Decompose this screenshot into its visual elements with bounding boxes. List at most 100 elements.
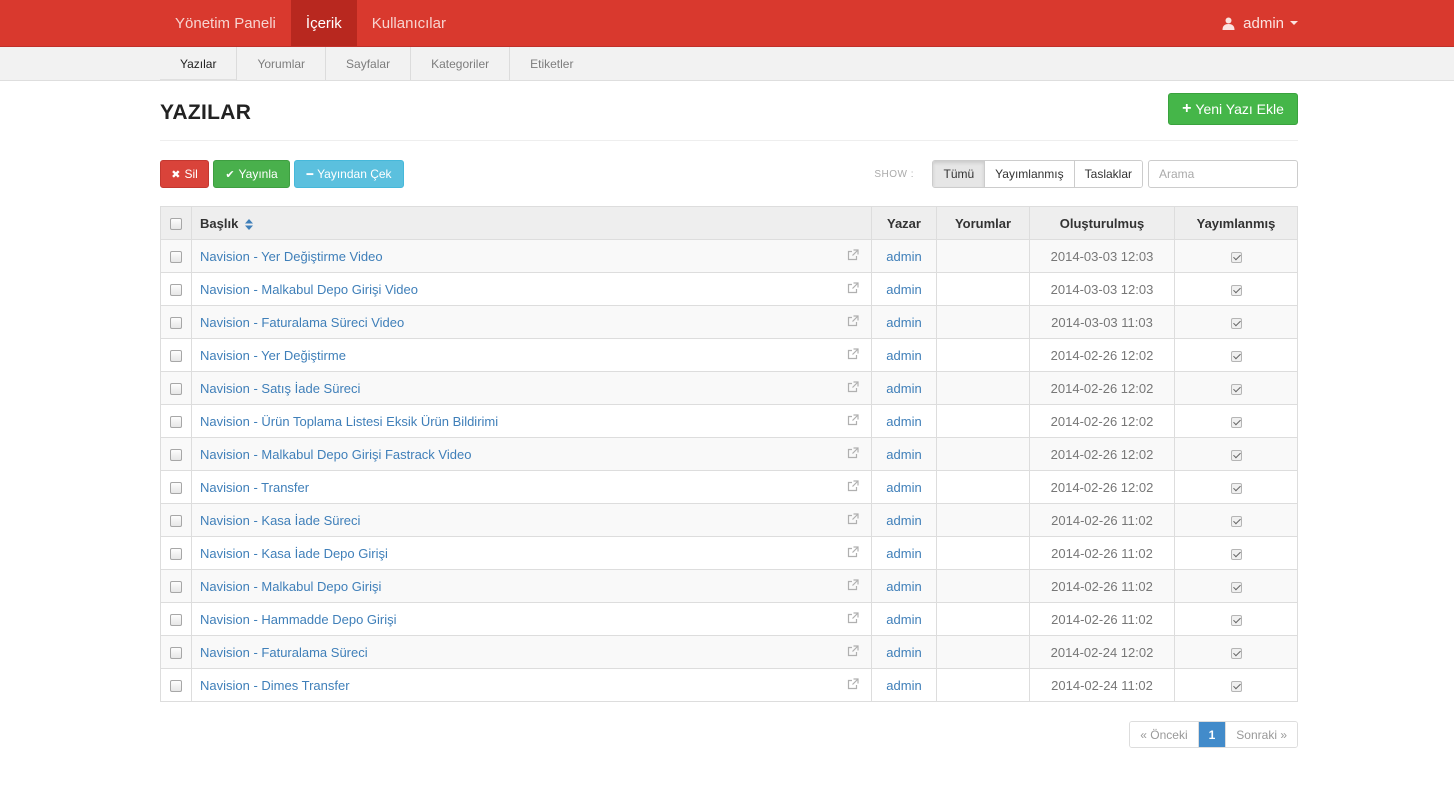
- search-input[interactable]: [1148, 160, 1298, 188]
- author-link[interactable]: admin: [886, 546, 921, 561]
- published-checkbox[interactable]: [1230, 581, 1242, 593]
- published-checkbox[interactable]: [1230, 449, 1242, 461]
- author-link[interactable]: admin: [886, 315, 921, 330]
- row-select-cell: [160, 668, 192, 702]
- external-link-icon[interactable]: [847, 644, 859, 660]
- published-checkbox[interactable]: [1230, 614, 1242, 626]
- post-title-link[interactable]: Navision - Malkabul Depo Girişi: [200, 579, 381, 594]
- published-checkbox[interactable]: [1230, 317, 1242, 329]
- external-link-icon[interactable]: [847, 281, 859, 297]
- add-post-button[interactable]: + Yeni Yazı Ekle: [1168, 93, 1298, 125]
- row-checkbox[interactable]: [170, 317, 182, 330]
- author-link[interactable]: admin: [886, 447, 921, 462]
- published-checkbox[interactable]: [1230, 548, 1242, 560]
- external-link-icon[interactable]: [847, 611, 859, 627]
- post-title-link[interactable]: Navision - Satış İade Süreci: [200, 381, 360, 396]
- post-title-link[interactable]: Navision - Ürün Toplama Listesi Eksik Ür…: [200, 414, 498, 429]
- post-title-link[interactable]: Navision - Kasa İade Süreci: [200, 513, 360, 528]
- subnav-item-tags[interactable]: Etiketler: [509, 47, 593, 80]
- table-header-row: Başlık Yazar Yorumlar Oluşturulmuş Yayım…: [160, 206, 1298, 240]
- filter-all[interactable]: Tümü: [933, 161, 985, 187]
- row-checkbox[interactable]: [170, 449, 182, 462]
- external-link-icon[interactable]: [847, 347, 859, 363]
- external-link-icon[interactable]: [847, 380, 859, 396]
- post-title-link[interactable]: Navision - Yer Değiştirme: [200, 348, 346, 363]
- author-link[interactable]: admin: [886, 282, 921, 297]
- external-link-icon[interactable]: [847, 314, 859, 330]
- post-title-link[interactable]: Navision - Dimes Transfer: [200, 678, 350, 693]
- row-checkbox[interactable]: [170, 284, 182, 297]
- comments-cell: [936, 404, 1030, 438]
- row-checkbox[interactable]: [170, 350, 182, 363]
- author-link[interactable]: admin: [886, 348, 921, 363]
- row-checkbox[interactable]: [170, 416, 182, 429]
- filter-drafts[interactable]: Taslaklar: [1073, 161, 1142, 187]
- published-checkbox[interactable]: [1230, 515, 1242, 527]
- external-link-icon[interactable]: [847, 677, 859, 693]
- post-title-link[interactable]: Navision - Malkabul Depo Girişi Video: [200, 282, 418, 297]
- row-checkbox[interactable]: [170, 548, 182, 561]
- post-title-link[interactable]: Navision - Kasa İade Depo Girişi: [200, 546, 388, 561]
- row-checkbox[interactable]: [170, 251, 182, 264]
- external-link-icon[interactable]: [847, 479, 859, 495]
- table-row: Navision - Yer Değiştirme Video admin 2014…: [160, 239, 1298, 273]
- subnav-item-comments[interactable]: Yorumlar: [236, 47, 325, 80]
- author-link[interactable]: admin: [886, 414, 921, 429]
- filter-published[interactable]: Yayımlanmış: [984, 161, 1074, 187]
- unpublish-button[interactable]: ━ Yayından Çek: [294, 160, 404, 188]
- published-checkbox[interactable]: [1230, 680, 1242, 692]
- external-link-icon[interactable]: [847, 512, 859, 528]
- post-title-link[interactable]: Navision - Faturalama Süreci: [200, 645, 368, 660]
- author-link[interactable]: admin: [886, 381, 921, 396]
- post-title-link[interactable]: Navision - Faturalama Süreci Video: [200, 315, 404, 330]
- delete-button[interactable]: ✖ Sil: [160, 160, 209, 188]
- external-link-icon[interactable]: [847, 545, 859, 561]
- published-checkbox[interactable]: [1230, 383, 1242, 395]
- post-title-link[interactable]: Navision - Transfer: [200, 480, 309, 495]
- user-menu[interactable]: admin: [1222, 0, 1298, 46]
- post-title-link[interactable]: Navision - Yer Değiştirme Video: [200, 249, 383, 264]
- author-link[interactable]: admin: [886, 579, 921, 594]
- row-checkbox[interactable]: [170, 581, 182, 594]
- user-icon: [1222, 17, 1235, 30]
- external-link-icon[interactable]: [847, 248, 859, 264]
- published-cell: [1174, 305, 1298, 339]
- row-checkbox[interactable]: [170, 680, 182, 693]
- row-checkbox[interactable]: [170, 515, 182, 528]
- nav-item-content[interactable]: İçerik: [290, 0, 357, 46]
- title-cell: Navision - Dimes Transfer: [191, 668, 872, 702]
- published-checkbox[interactable]: [1230, 416, 1242, 428]
- select-all-checkbox[interactable]: [170, 218, 182, 231]
- external-link-icon[interactable]: [847, 578, 859, 594]
- author-link[interactable]: admin: [886, 645, 921, 660]
- post-title-link[interactable]: Navision - Malkabul Depo Girişi Fastrack…: [200, 447, 471, 462]
- author-link[interactable]: admin: [886, 249, 921, 264]
- author-link[interactable]: admin: [886, 612, 921, 627]
- column-created: Oluşturulmuş: [1029, 206, 1175, 240]
- nav-item-users[interactable]: Kullanıcılar: [357, 0, 461, 46]
- post-title-link[interactable]: Navision - Hammadde Depo Girişi: [200, 612, 397, 627]
- nav-item-dashboard[interactable]: Yönetim Paneli: [160, 0, 291, 46]
- subnav-item-pages[interactable]: Sayfalar: [325, 47, 410, 80]
- row-checkbox[interactable]: [170, 383, 182, 396]
- pagination-page[interactable]: 1: [1197, 722, 1226, 747]
- row-checkbox[interactable]: [170, 647, 182, 660]
- subnav-item-categories[interactable]: Kategoriler: [410, 47, 509, 80]
- published-checkbox[interactable]: [1230, 647, 1242, 659]
- published-checkbox[interactable]: [1230, 482, 1242, 494]
- external-link-icon[interactable]: [847, 413, 859, 429]
- published-checkbox[interactable]: [1230, 284, 1242, 296]
- author-link[interactable]: admin: [886, 678, 921, 693]
- author-link[interactable]: admin: [886, 480, 921, 495]
- subnav-item-posts[interactable]: Yazılar: [160, 47, 237, 81]
- published-checkbox[interactable]: [1230, 350, 1242, 362]
- row-checkbox[interactable]: [170, 482, 182, 495]
- row-checkbox[interactable]: [170, 614, 182, 627]
- published-checkbox[interactable]: [1230, 251, 1242, 263]
- author-link[interactable]: admin: [886, 513, 921, 528]
- column-title[interactable]: Başlık: [191, 206, 872, 240]
- pagination-next[interactable]: Sonraki »: [1225, 722, 1297, 747]
- publish-button[interactable]: ✔ Yayınla: [213, 160, 290, 188]
- pagination-prev[interactable]: « Önceki: [1130, 722, 1198, 747]
- external-link-icon[interactable]: [847, 446, 859, 462]
